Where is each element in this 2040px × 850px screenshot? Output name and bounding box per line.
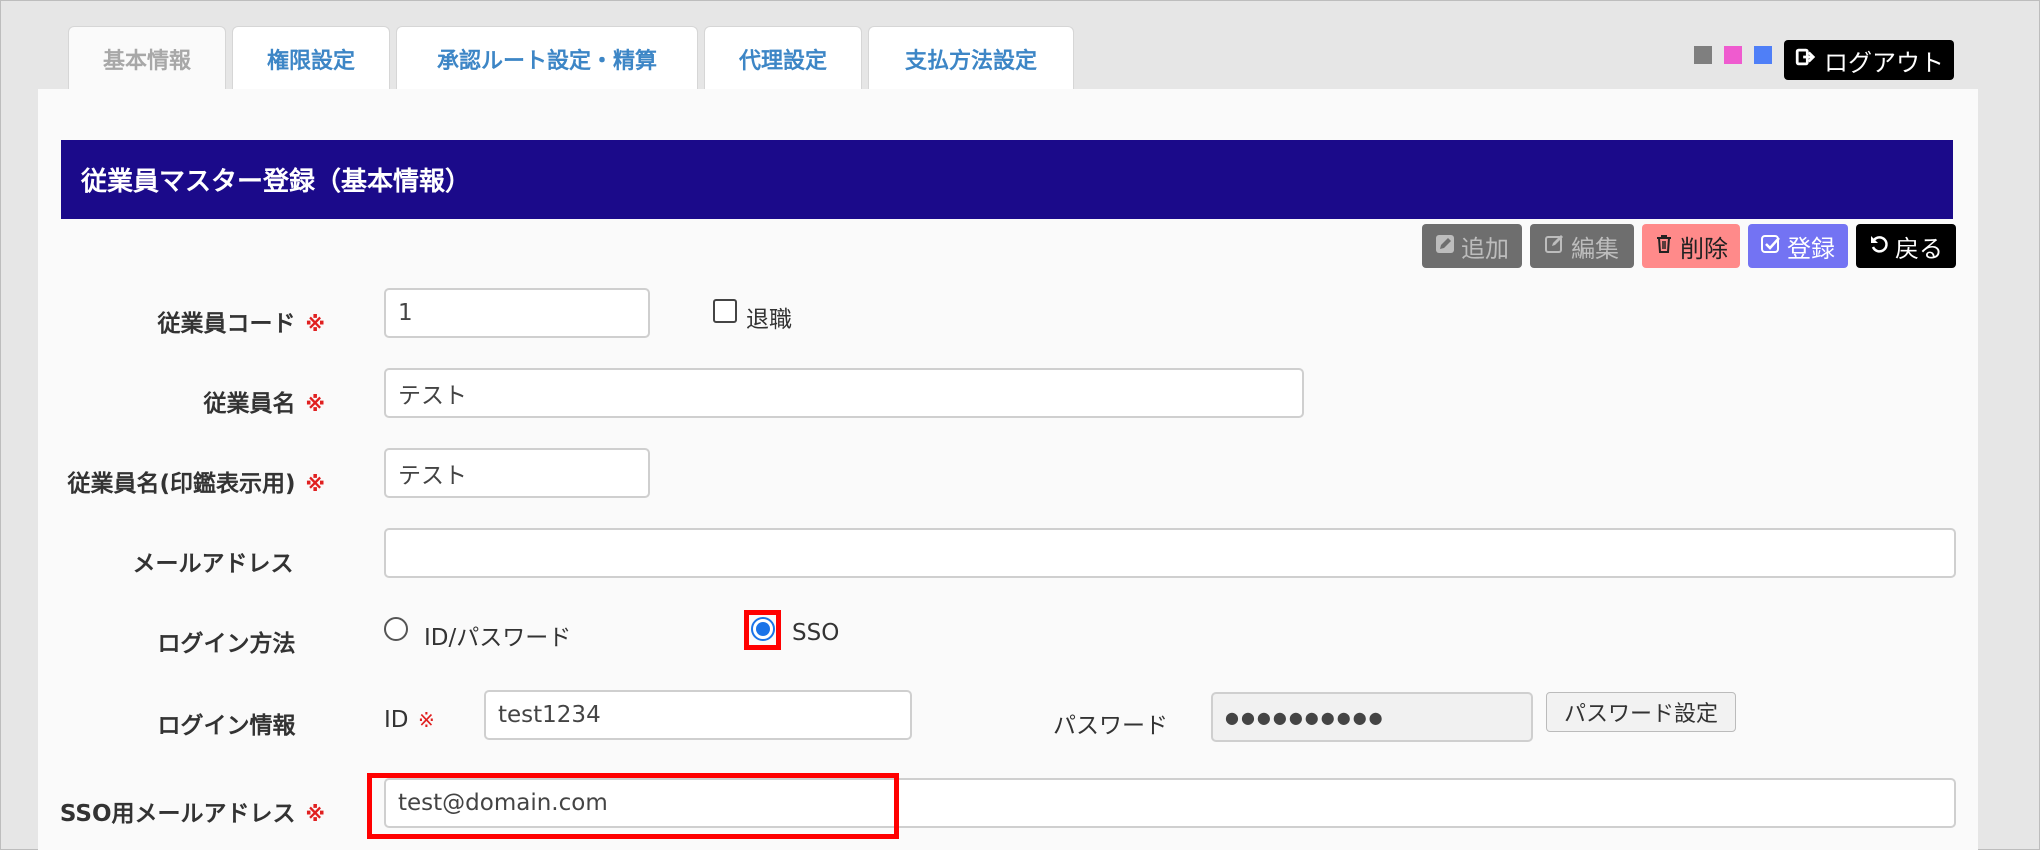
retired-label: 退職	[746, 307, 792, 333]
login-id-input[interactable]: test1234	[484, 690, 912, 740]
login-info-label: ログイン情報※	[158, 706, 325, 740]
required-mark: ※	[305, 472, 325, 496]
page-title: 従業員マスター登録（基本情報）	[61, 140, 1953, 219]
password-label: パスワード	[1053, 713, 1168, 739]
add-label: 追加	[1461, 234, 1509, 263]
employee-name-input[interactable]: テスト	[384, 368, 1304, 418]
required-mark: ※	[418, 708, 435, 732]
login-method-label-text: ログイン方法	[157, 631, 296, 657]
sso-email-input[interactable]: test@domain.com	[384, 778, 1956, 828]
tab-basic-info[interactable]: 基本情報	[68, 26, 226, 90]
required-mark: ※	[305, 392, 325, 416]
employee-name-seal-input[interactable]: テスト	[384, 448, 650, 498]
login-method-idpw-label: ID/パスワード	[424, 625, 572, 651]
login-id-label-text: ID	[384, 707, 409, 733]
tab-proxy[interactable]: 代理設定	[704, 26, 862, 90]
pencil-square-icon	[1435, 232, 1455, 260]
login-info-label-text: ログイン情報	[157, 713, 296, 739]
password-settings-button[interactable]: パスワード設定	[1546, 692, 1736, 732]
delete-label: 削除	[1680, 234, 1728, 263]
email-label-text: メールアドレス	[132, 551, 294, 577]
register-label: 登録	[1787, 234, 1835, 263]
sso-email-label-text: SSO用メールアドレス	[59, 801, 296, 827]
theme-swatches	[1694, 46, 1772, 64]
tab-bar: 基本情報 権限設定 承認ルート設定・精算 代理設定 支払方法設定	[68, 26, 1074, 90]
sso-email-label: SSO用メールアドレス ※	[60, 794, 325, 828]
theme-swatch-gray[interactable]	[1694, 46, 1712, 64]
tab-approval-route[interactable]: 承認ルート設定・精算	[396, 26, 698, 90]
delete-button[interactable]: 削除	[1642, 224, 1740, 268]
login-method-sso-radio[interactable]	[751, 617, 775, 641]
password-input[interactable]: ●●●●●●●●●●	[1211, 692, 1533, 742]
email-input[interactable]	[384, 528, 1956, 578]
edit-button[interactable]: 編集	[1530, 224, 1634, 268]
email-label: メールアドレス※	[133, 544, 323, 578]
edit-icon	[1545, 232, 1565, 260]
sign-out-icon	[1794, 46, 1816, 74]
back-button[interactable]: 戻る	[1856, 224, 1956, 268]
tab-permissions[interactable]: 権限設定	[232, 26, 390, 90]
employee-name-seal-label: 従業員名(印鑑表示用) ※	[68, 464, 325, 498]
employee-code-label: 従業員コード ※	[158, 304, 325, 338]
employee-code-input[interactable]: 1	[384, 288, 650, 338]
employee-name-label: 従業員名 ※	[204, 384, 325, 418]
edit-label: 編集	[1571, 234, 1619, 263]
employee-name-seal-label-text: 従業員名(印鑑表示用)	[67, 471, 296, 497]
logout-label: ログアウト	[1824, 48, 1944, 77]
undo-icon	[1869, 232, 1889, 260]
add-button[interactable]: 追加	[1422, 224, 1522, 268]
required-mark: ※	[305, 312, 325, 336]
register-button[interactable]: 登録	[1748, 224, 1848, 268]
trash-icon	[1654, 232, 1674, 260]
login-id-label: ID	[384, 707, 409, 733]
tab-payment-method[interactable]: 支払方法設定	[868, 26, 1074, 90]
login-method-idpw-radio[interactable]	[384, 617, 408, 641]
theme-swatch-blue[interactable]	[1754, 46, 1772, 64]
required-mark: ※	[305, 802, 325, 826]
login-method-label: ログイン方法※	[158, 624, 325, 658]
check-square-icon	[1761, 232, 1781, 260]
retired-checkbox[interactable]	[713, 299, 737, 323]
employee-name-label-text: 従業員名	[203, 391, 296, 417]
employee-code-label-text: 従業員コード	[157, 311, 296, 337]
theme-swatch-pink[interactable]	[1724, 46, 1742, 64]
logout-button[interactable]: ログアウト	[1784, 40, 1954, 80]
back-label: 戻る	[1895, 234, 1943, 263]
login-method-sso-label: SSO	[792, 620, 840, 646]
